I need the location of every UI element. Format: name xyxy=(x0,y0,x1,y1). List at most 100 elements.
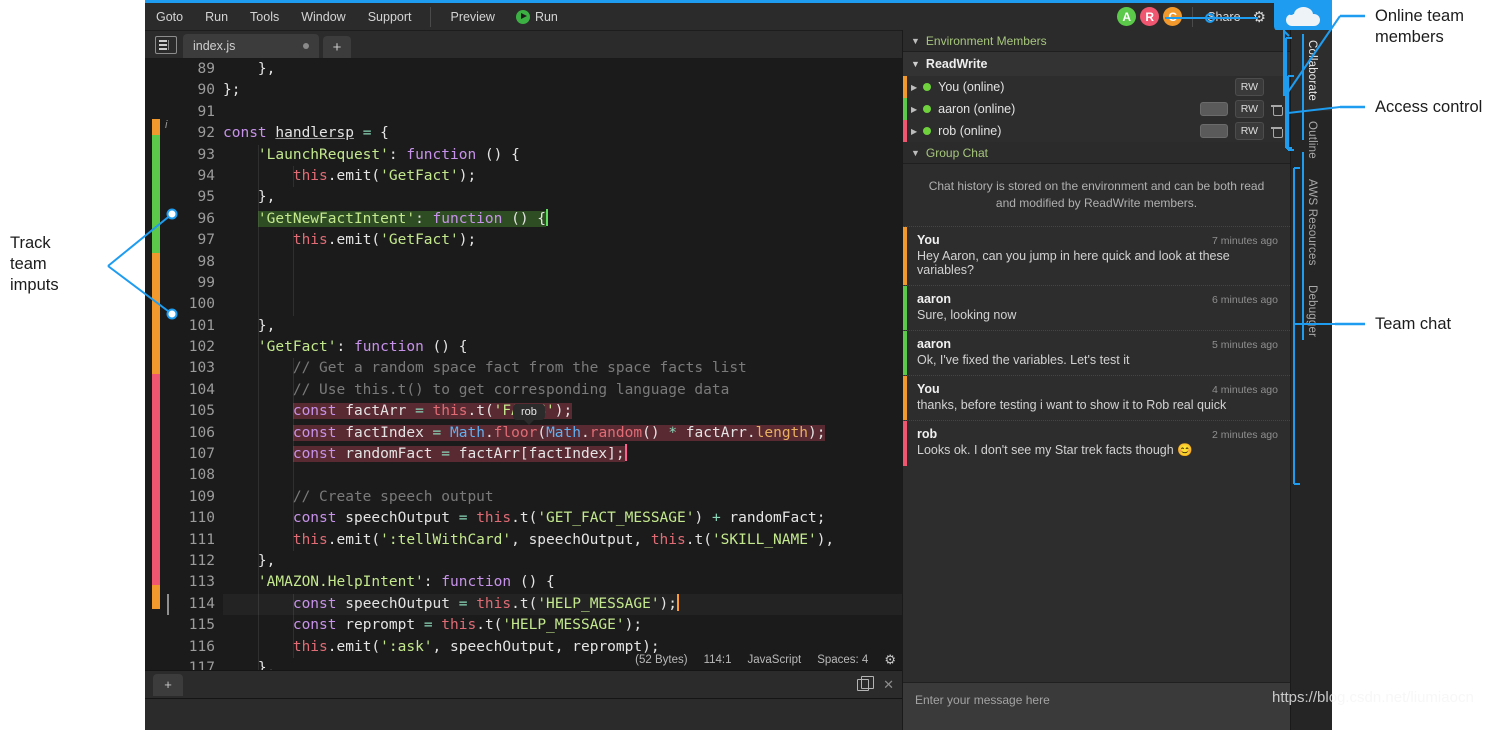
status-indent[interactable]: Spaces: 4 xyxy=(817,654,868,666)
line-number: 96 xyxy=(167,209,215,230)
code-line[interactable]: const factArr = this.t('FACTS'); xyxy=(223,401,902,422)
readwrite-group-header[interactable]: ▼ ReadWrite xyxy=(903,52,1290,76)
code-line[interactable]: const factIndex = Math.floor(Math.random… xyxy=(223,423,902,444)
menu-item-goto[interactable]: Goto xyxy=(145,3,194,31)
code-text: }; xyxy=(223,82,240,98)
code-line[interactable]: const handlersp = { xyxy=(223,123,902,144)
line-number-gutter: 8990919293949596979899100101102103104105… xyxy=(167,59,223,670)
menu-bar-right: A R C Share ⚙ 9 xyxy=(1117,3,1332,31)
tab-index-js[interactable]: index.js xyxy=(183,34,319,58)
preview-button[interactable]: Preview xyxy=(439,3,505,31)
code-line[interactable]: }, xyxy=(223,59,902,80)
chat-message-header: aaron6 minutes ago xyxy=(917,292,1278,306)
code-line[interactable] xyxy=(223,273,902,294)
editor-settings-gear-icon[interactable]: ⚙ xyxy=(884,652,896,668)
permission-toggle[interactable] xyxy=(1200,102,1228,116)
member-row[interactable]: ▶aaron (online)RW xyxy=(903,98,1290,120)
run-button[interactable]: Run xyxy=(506,3,568,31)
close-icon[interactable]: ✕ xyxy=(883,677,894,693)
code-line[interactable]: 'GetFact': function () { xyxy=(223,337,902,358)
code-line[interactable]: }, xyxy=(223,551,902,572)
tab-list-icon[interactable] xyxy=(155,36,177,54)
code-line[interactable]: // Create speech output xyxy=(223,487,902,508)
menu-item-support[interactable]: Support xyxy=(357,3,423,31)
trash-icon[interactable] xyxy=(1271,125,1282,137)
code-line[interactable]: const reprompt = this.t('HELP_MESSAGE'); xyxy=(223,615,902,636)
bottom-panel-tabbar: + ✕ xyxy=(145,671,902,699)
code-line[interactable] xyxy=(223,465,902,486)
indent-guide xyxy=(293,358,294,379)
chat-author: rob xyxy=(917,427,937,441)
code-line[interactable]: }; xyxy=(223,80,902,101)
chat-author-color-bar xyxy=(903,331,907,375)
code-line[interactable]: const speechOutput = this.t('HELP_MESSAG… xyxy=(223,594,902,615)
bottom-panel-actions: ✕ xyxy=(857,677,894,693)
status-language[interactable]: JavaScript xyxy=(748,654,802,666)
avatar-r[interactable]: R xyxy=(1140,7,1159,26)
chat-text: Ok, I've fixed the variables. Let's test… xyxy=(917,353,1278,367)
line-number: 97 xyxy=(167,230,215,251)
vtab-debugger[interactable]: Debugger xyxy=(1291,275,1332,347)
code-line[interactable]: }, xyxy=(223,187,902,208)
line-number: 112 xyxy=(167,551,215,572)
share-button[interactable]: Share xyxy=(1201,10,1246,24)
change-marker xyxy=(152,253,160,374)
code-line[interactable]: 'GetNewFactIntent': function () { xyxy=(223,209,902,230)
new-tab-button[interactable]: + xyxy=(323,36,351,58)
code-line[interactable]: // Use this.t() to get corresponding lan… xyxy=(223,380,902,401)
code-line[interactable]: this.emit(':tellWithCard', speechOutput,… xyxy=(223,530,902,551)
code-content[interactable]: },}; const handlersp = { 'LaunchRequest':… xyxy=(223,59,902,670)
indent-guide xyxy=(258,465,259,486)
chat-author: You xyxy=(917,382,940,396)
vtab-aws-resources[interactable]: AWS Resources xyxy=(1291,169,1332,276)
environment-members-header[interactable]: ▼ Environment Members xyxy=(903,30,1290,52)
member-row[interactable]: ▶rob (online)RW xyxy=(903,120,1290,142)
code-line[interactable]: const speechOutput = this.t('GET_FACT_ME… xyxy=(223,508,902,529)
annotation-team-chat: Team chat xyxy=(1375,314,1451,335)
indent-guide xyxy=(293,487,294,508)
indent-guide xyxy=(258,230,259,251)
chevron-right-icon[interactable]: ▶ xyxy=(911,83,917,92)
line-number: 94 xyxy=(167,166,215,187)
code-line[interactable] xyxy=(223,294,902,315)
vtab-outline[interactable]: Outline xyxy=(1291,111,1332,169)
cloud9-logo[interactable]: 9 xyxy=(1274,1,1332,32)
avatar-a[interactable]: A xyxy=(1117,7,1136,26)
vtab-collaborate[interactable]: Collaborate xyxy=(1291,30,1332,111)
chat-text: thanks, before testing i want to show it… xyxy=(917,398,1278,412)
code-line[interactable]: this.emit('GetFact'); xyxy=(223,230,902,251)
chat-input[interactable]: Enter your message here xyxy=(903,682,1290,730)
code-editor[interactable]: i 89909192939495969798991001011021031041… xyxy=(145,59,902,670)
permission-badge: RW xyxy=(1235,78,1264,96)
active-line-marker xyxy=(167,594,169,615)
code-line[interactable]: const randomFact = factArr[factIndex]; xyxy=(223,444,902,465)
code-line[interactable] xyxy=(223,252,902,273)
status-position[interactable]: 114:1 xyxy=(704,654,732,666)
bottom-panel-add-tab-button[interactable]: + xyxy=(153,674,183,696)
trash-icon[interactable] xyxy=(1271,103,1282,115)
tab-label: index.js xyxy=(193,39,235,53)
menu-item-tools[interactable]: Tools xyxy=(239,3,290,31)
code-line[interactable]: 'LaunchRequest': function () { xyxy=(223,145,902,166)
chat-text: Hey Aaron, can you jump in here quick an… xyxy=(917,249,1278,277)
permission-toggle[interactable] xyxy=(1200,124,1228,138)
code-line[interactable]: this.emit('GetFact'); xyxy=(223,166,902,187)
gear-icon[interactable]: ⚙ xyxy=(1253,8,1266,26)
group-chat-header[interactable]: ▼ Group Chat xyxy=(903,142,1290,164)
chevron-right-icon[interactable]: ▶ xyxy=(911,105,917,114)
chat-timestamp: 7 minutes ago xyxy=(1212,235,1278,247)
chevron-right-icon[interactable]: ▶ xyxy=(911,127,917,136)
copy-icon[interactable] xyxy=(857,679,869,691)
chat-author: aaron xyxy=(917,292,951,306)
menu-item-run[interactable]: Run xyxy=(194,3,239,31)
code-line[interactable]: 'AMAZON.HelpIntent': function () { xyxy=(223,572,902,593)
indent-guide xyxy=(258,401,259,422)
member-row[interactable]: ▶You (online)RW xyxy=(903,76,1290,98)
line-number: 98 xyxy=(167,252,215,273)
menu-item-window[interactable]: Window xyxy=(290,3,356,31)
code-line[interactable]: // Get a random space fact from the spac… xyxy=(223,358,902,379)
indent-guide xyxy=(258,423,259,444)
avatar-c[interactable]: C xyxy=(1163,7,1182,26)
code-line[interactable] xyxy=(223,102,902,123)
code-line[interactable]: }, xyxy=(223,316,902,337)
